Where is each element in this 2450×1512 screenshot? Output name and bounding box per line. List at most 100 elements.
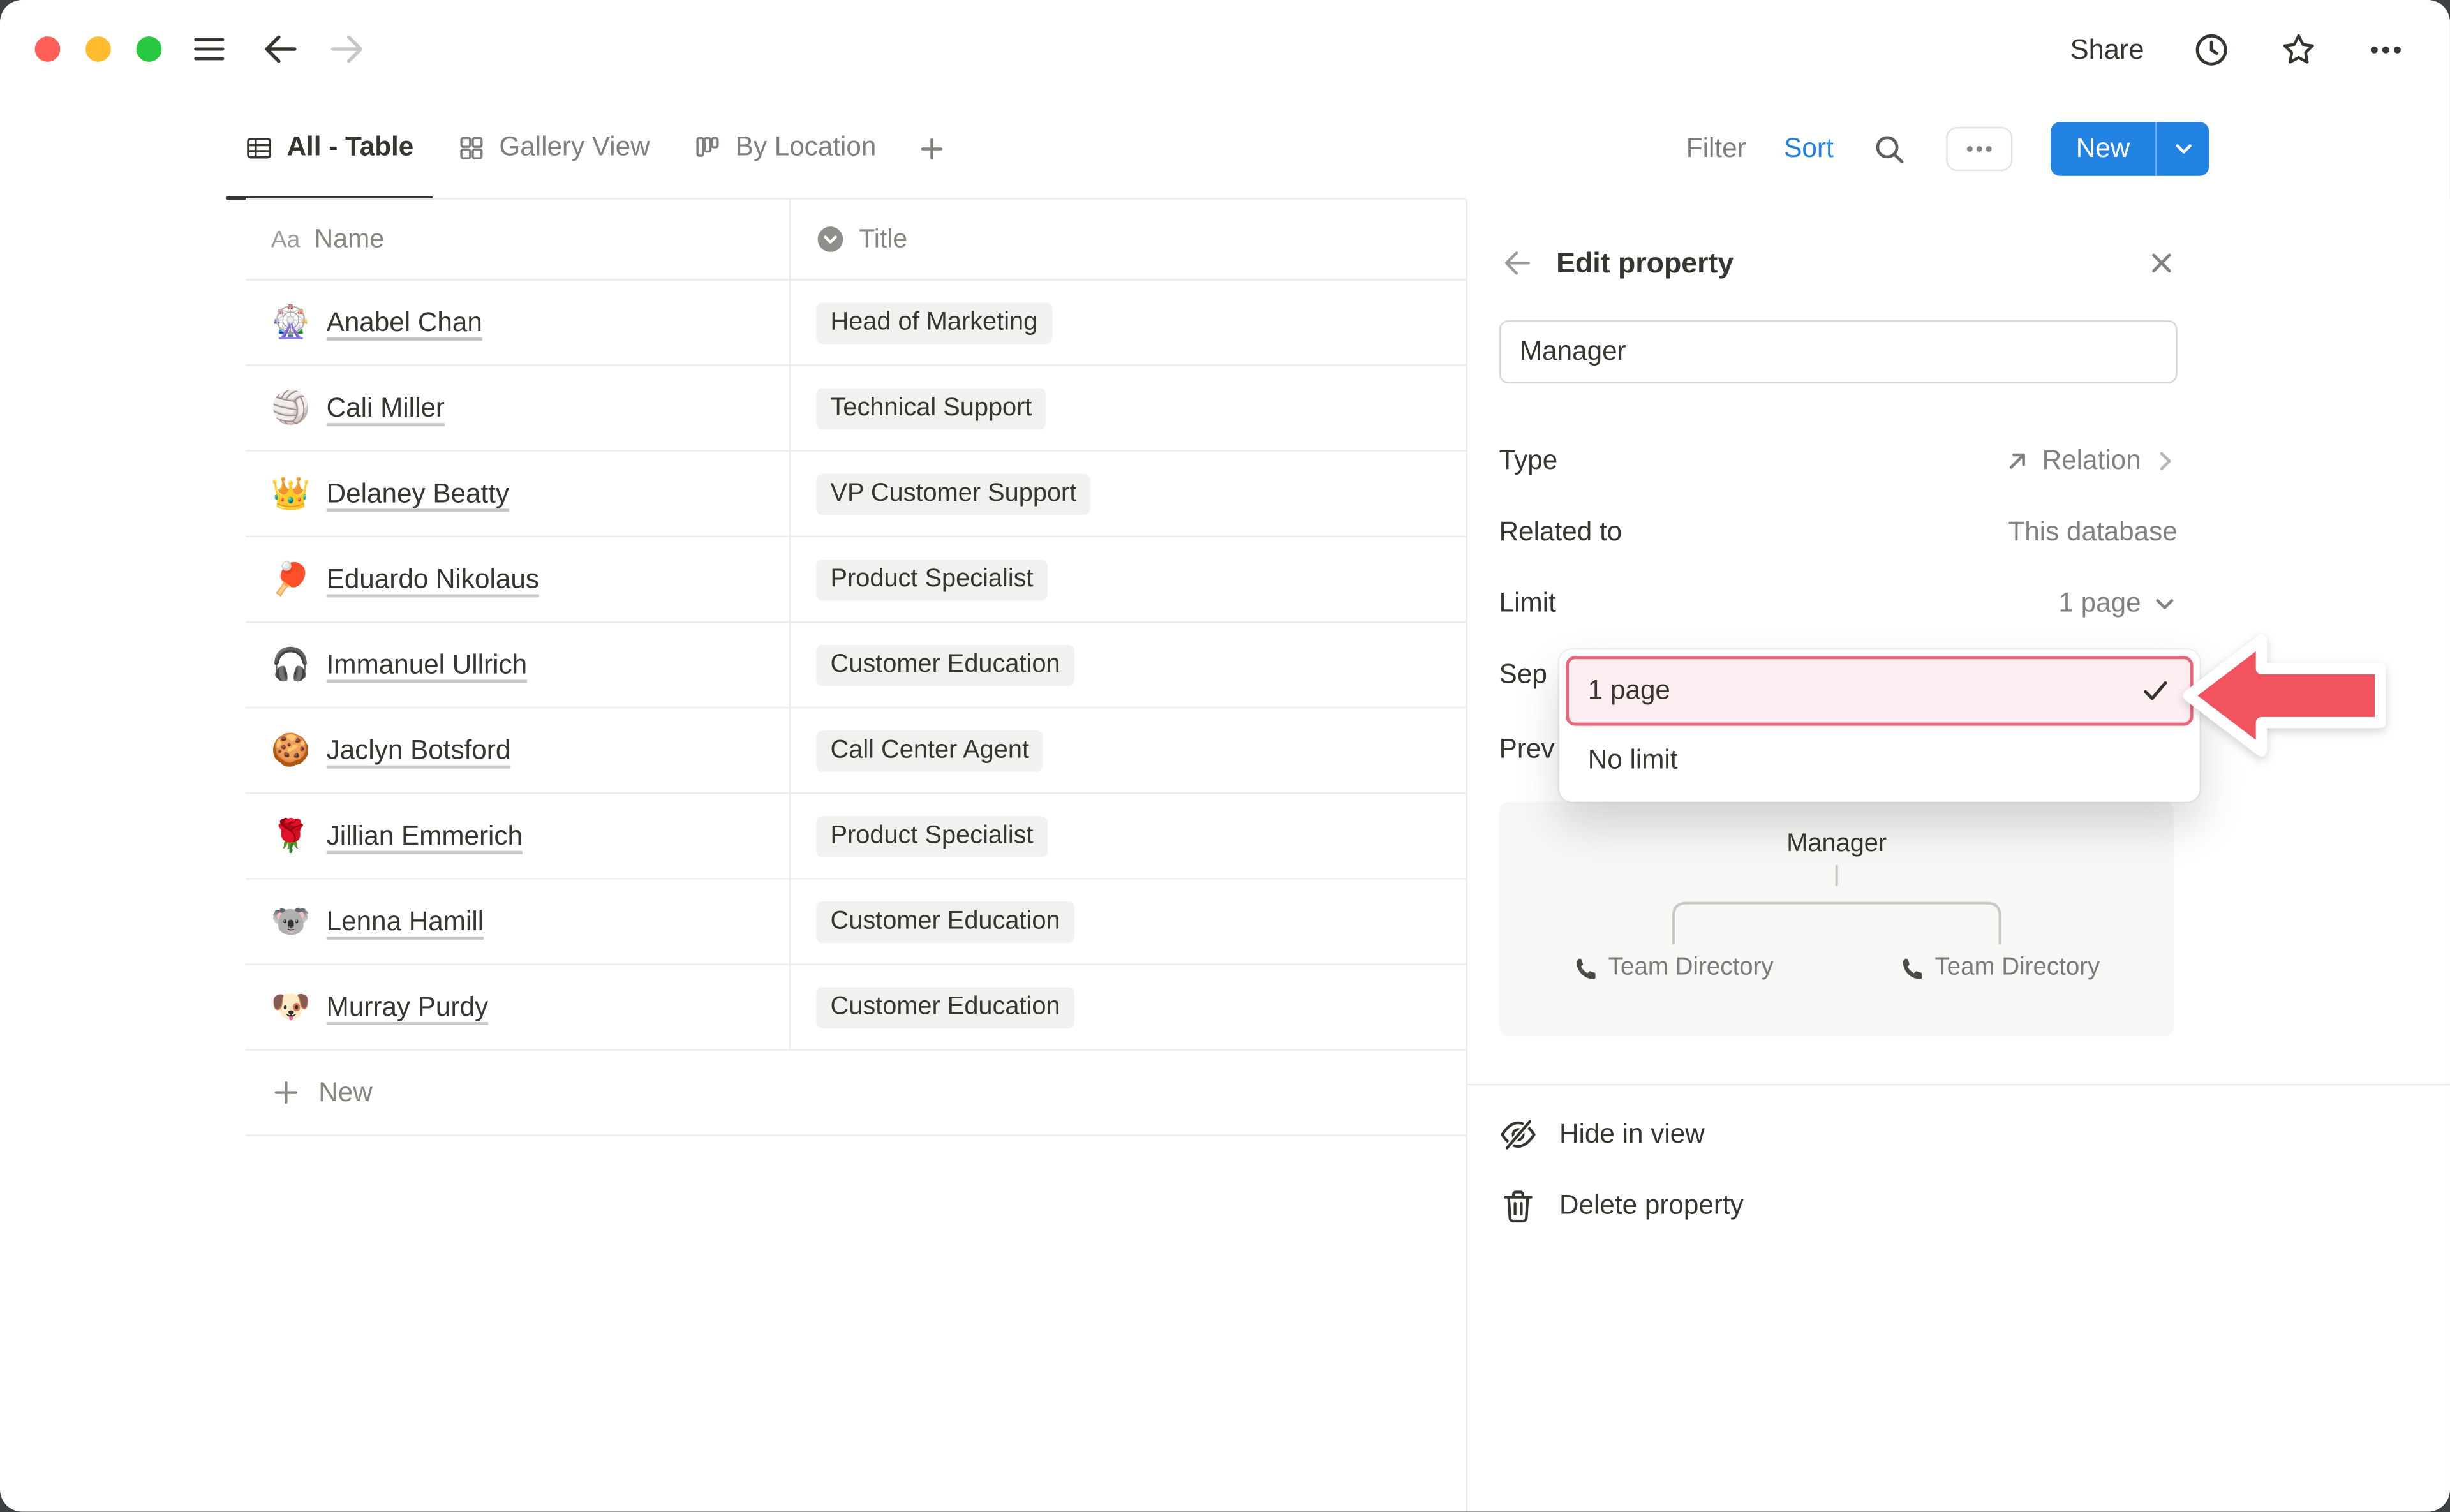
title-cell[interactable]: Customer Education <box>791 623 1466 707</box>
add-view-button[interactable] <box>902 98 961 200</box>
page-link[interactable]: Eduardo Nikolaus <box>327 563 539 595</box>
title-cell[interactable]: Product Specialist <box>791 794 1466 878</box>
title-cell[interactable]: Customer Education <box>791 965 1466 1049</box>
page-link[interactable]: Jillian Emmerich <box>327 820 523 852</box>
option-label: 1 page <box>1588 675 1670 707</box>
gallery-view-icon <box>458 134 485 161</box>
back-arrow-icon <box>1499 246 1534 281</box>
hamburger-icon <box>190 30 228 68</box>
page-link[interactable]: Anabel Chan <box>327 307 482 339</box>
page-link[interactable]: Murray Purdy <box>327 991 488 1023</box>
property-name-input[interactable] <box>1499 320 2178 383</box>
name-cell[interactable]: 🌹 Jillian Emmerich <box>246 794 791 878</box>
title-cell[interactable]: Call Center Agent <box>791 708 1466 792</box>
tab-by-location[interactable]: By Location <box>675 98 895 200</box>
eye-off-icon <box>1499 1115 1538 1153</box>
screenshot-stage: Share All - Table Gallery View <box>0 0 2450 1512</box>
column-header-name[interactable]: Aa Name <box>246 200 791 279</box>
table-view-icon <box>246 134 272 161</box>
select-property-icon <box>816 225 845 254</box>
tab-all-table[interactable]: All - Table <box>226 98 433 200</box>
limit-dropdown-menu: 1 page No limit <box>1559 649 2199 801</box>
titlebar: Share <box>0 0 2450 98</box>
action-label: Hide in view <box>1559 1118 1705 1150</box>
preview-children: Team Directory Team Directory <box>1499 947 2174 1001</box>
chevron-right-icon <box>2152 448 2178 473</box>
ellipsis-icon <box>2366 29 2405 69</box>
view-tabs: All - Table Gallery View By Location <box>226 98 961 200</box>
page-emoji: 👑 <box>271 474 309 514</box>
panel-actions: Hide in view Delete property <box>1467 1084 2450 1241</box>
title-cell[interactable]: Technical Support <box>791 366 1466 450</box>
title-tag: Customer Education <box>816 644 1074 686</box>
name-cell[interactable]: 👑 Delaney Beatty <box>246 452 791 536</box>
title-cell[interactable]: Head of Marketing <box>791 281 1466 365</box>
table-row: 🐶Murray Purdy Customer Education <box>246 965 1466 1051</box>
name-cell[interactable]: 🎧Immanuel Ullrich <box>246 623 791 707</box>
table-row: 🍪 Jaclyn Botsford Call Center Agent <box>246 708 1466 794</box>
new-button[interactable]: New <box>2051 122 2155 175</box>
page-link[interactable]: Immanuel Ullrich <box>327 649 527 681</box>
minimize-window-button[interactable] <box>85 36 111 62</box>
delete-property-button[interactable]: Delete property <box>1499 1169 2450 1241</box>
title-tag: Customer Education <box>816 901 1074 942</box>
field-type[interactable]: Type Relation <box>1499 425 2178 496</box>
page-emoji: 🍪 <box>271 730 309 770</box>
table-row: 🏐Cali Miller Technical Support <box>246 366 1466 452</box>
column-header-title[interactable]: Title <box>791 200 1466 279</box>
name-cell[interactable]: 🐨Lenna Hamill <box>246 880 791 964</box>
dropdown-option-no-limit[interactable]: No limit <box>1566 726 2194 796</box>
tab-label: All - Table <box>287 131 414 163</box>
title-tag: Call Center Agent <box>816 730 1043 771</box>
preview-child: Team Directory <box>1573 954 1774 982</box>
filter-button[interactable]: Filter <box>1686 133 1746 165</box>
text-property-icon: Aa <box>271 226 301 253</box>
name-cell[interactable]: 🏓Eduardo Nikolaus <box>246 537 791 621</box>
name-cell[interactable]: 🍪 Jaclyn Botsford <box>246 708 791 792</box>
name-cell[interactable]: 🏐Cali Miller <box>246 366 791 450</box>
action-label: Delete property <box>1559 1189 1744 1221</box>
title-cell[interactable]: Product Specialist <box>791 537 1466 621</box>
phone-icon <box>1573 956 1597 980</box>
title-tag: VP Customer Support <box>816 473 1091 514</box>
field-related-to[interactable]: Related to This database <box>1499 496 2178 567</box>
dropdown-option-1-page[interactable]: 1 page <box>1566 656 2194 725</box>
view-tabbar: All - Table Gallery View By Location Fil… <box>0 98 2450 200</box>
field-limit[interactable]: Limit 1 page <box>1499 567 2178 639</box>
close-window-button[interactable] <box>35 36 61 62</box>
name-cell[interactable]: 🎡Anabel Chan <box>246 281 791 365</box>
view-controls: Filter Sort New <box>1686 98 2209 200</box>
page-link[interactable]: Cali Miller <box>327 392 445 424</box>
favorite-button[interactable] <box>2279 29 2319 69</box>
share-button[interactable]: Share <box>2070 33 2144 66</box>
panel-close-button[interactable] <box>2146 247 2178 279</box>
database-table: Aa Name Title 🎡Anabel Chan Head of Marke… <box>246 200 1466 1136</box>
page-emoji: 🌹 <box>271 816 309 856</box>
sidebar-toggle-button[interactable] <box>190 30 228 68</box>
tab-label: By Location <box>736 131 877 163</box>
sort-button[interactable]: Sort <box>1784 133 1833 165</box>
page-link[interactable]: Lenna Hamill <box>327 905 484 937</box>
back-button[interactable] <box>260 29 301 70</box>
new-row-button[interactable]: New <box>246 1051 1466 1136</box>
hide-in-view-button[interactable]: Hide in view <box>1499 1098 2450 1169</box>
name-cell[interactable]: 🐶Murray Purdy <box>246 965 791 1049</box>
title-cell[interactable]: VP Customer Support <box>791 452 1466 536</box>
relation-arrow-icon <box>2003 446 2031 475</box>
field-label: Type <box>1499 445 1558 477</box>
new-dropdown-button[interactable] <box>2155 122 2209 175</box>
forward-button[interactable] <box>327 29 368 70</box>
view-settings-button[interactable] <box>1946 127 2012 172</box>
title-tag: Head of Marketing <box>816 302 1051 343</box>
page-link[interactable]: Jaclyn Botsford <box>327 734 511 766</box>
option-label: No limit <box>1588 745 1678 776</box>
title-tag: Technical Support <box>816 387 1046 429</box>
updates-button[interactable] <box>2192 29 2231 69</box>
page-link[interactable]: Delaney Beatty <box>327 478 509 510</box>
title-cell[interactable]: Customer Education <box>791 880 1466 964</box>
panel-back-button[interactable] <box>1499 246 1534 281</box>
more-options-button[interactable] <box>2366 29 2405 69</box>
search-button[interactable] <box>1871 131 1908 167</box>
tab-gallery-view[interactable]: Gallery View <box>439 98 669 200</box>
zoom-window-button[interactable] <box>137 36 162 62</box>
